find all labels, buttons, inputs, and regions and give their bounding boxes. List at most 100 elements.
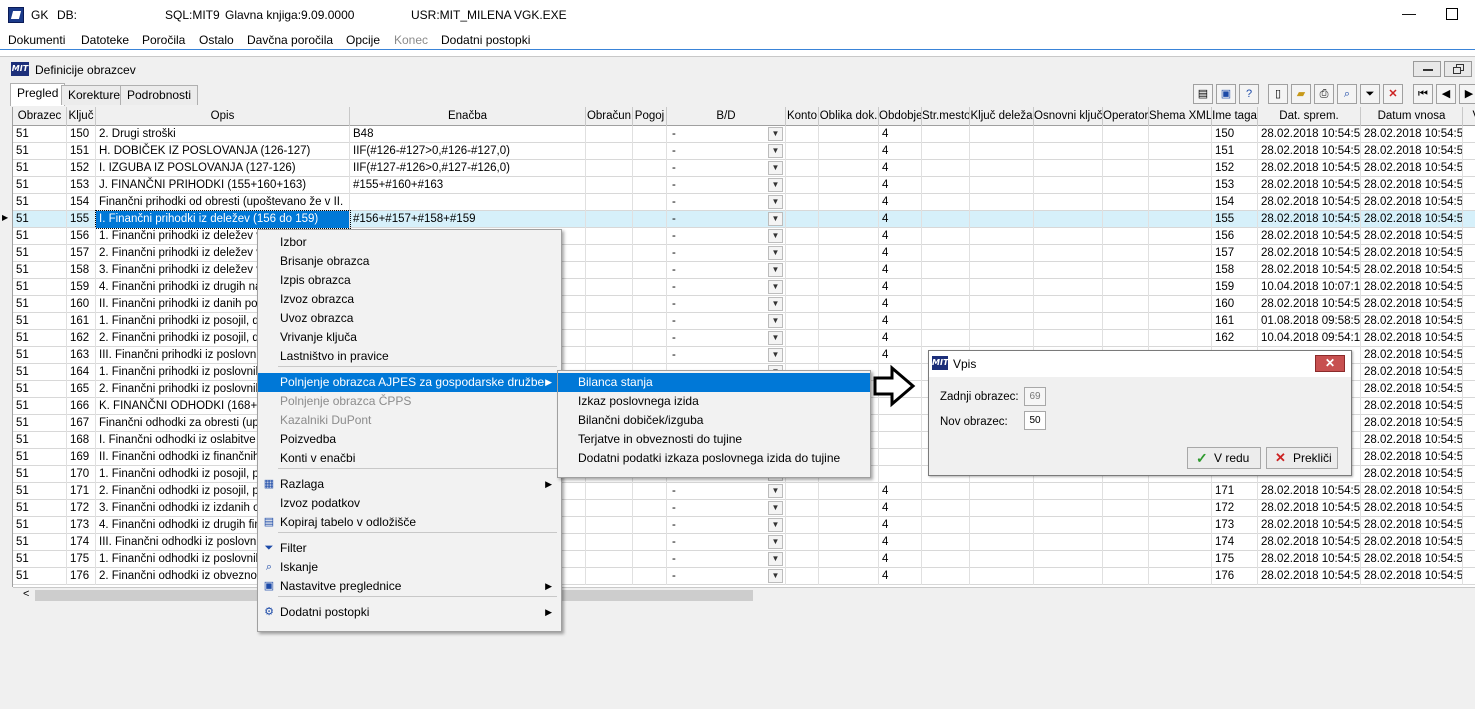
context-menu-item[interactable]: ⌕ Iskanje — [258, 558, 561, 577]
submenu-item[interactable]: Bilanca stanja — [558, 373, 870, 392]
search-icon[interactable]: ⌕ — [1337, 84, 1357, 104]
column-header[interactable]: Obrazec — [13, 107, 67, 126]
column-header[interactable]: Dat. sprem. — [1258, 107, 1361, 126]
cell-bd[interactable]: -▼ — [667, 483, 786, 500]
column-header[interactable]: Shema XML — [1149, 107, 1212, 126]
column-header[interactable]: Osnovni ključ — [1034, 107, 1103, 126]
cell-bd[interactable]: -▼ — [667, 296, 786, 313]
table-row[interactable]: 51 161 1. Finančni prihodki iz posojil, da… — [13, 313, 1475, 330]
chevron-down-icon[interactable]: ▼ — [768, 144, 783, 158]
open-folder-icon[interactable]: ▰ — [1291, 84, 1311, 104]
menu-opcije[interactable]: Opcije — [346, 33, 380, 47]
chevron-down-icon[interactable]: ▼ — [768, 127, 783, 141]
submenu-item[interactable]: Izkaz poslovnega izida — [558, 392, 870, 411]
column-header[interactable]: Datum vnosa — [1361, 107, 1463, 126]
menu-datoteke[interactable]: Datoteke — [81, 33, 129, 47]
table-row[interactable]: 51 174 III. Finančni odhodki iz poslovnih 4… — [13, 534, 1475, 551]
cell-bd[interactable]: -▼ — [667, 177, 786, 194]
column-header[interactable]: Ime taga — [1212, 107, 1258, 126]
tab-pregled[interactable]: Pregled — [10, 83, 66, 106]
help-icon[interactable]: ? — [1239, 84, 1259, 104]
delete-icon[interactable]: ✕ — [1383, 84, 1403, 104]
first-record-icon[interactable]: ⏮ — [1413, 84, 1433, 104]
chevron-down-icon[interactable]: ▼ — [768, 280, 783, 294]
chevron-down-icon[interactable]: ▼ — [768, 246, 783, 260]
context-menu-item[interactable]: Konti v enačbi — [258, 449, 561, 468]
cell-bd[interactable]: -▼ — [667, 568, 786, 585]
context-menu-item[interactable]: Polnjenje obrazca AJPES za gospodarske d… — [258, 373, 561, 392]
context-menu-item[interactable]: Izbor — [258, 233, 561, 252]
child-minimize-button[interactable] — [1413, 61, 1441, 77]
table-row[interactable]: 51 158 3. Finančni prihodki iz deležev v d… — [13, 262, 1475, 279]
cell-bd[interactable]: -▼ — [667, 313, 786, 330]
filter-icon[interactable]: ⏷ — [1360, 84, 1380, 104]
context-menu-item[interactable]: ⚙ Dodatni postopki ▶ — [258, 603, 561, 622]
chevron-down-icon[interactable]: ▼ — [768, 569, 783, 583]
column-header[interactable]: Ključ deleža — [970, 107, 1034, 126]
column-header[interactable]: Konto — [786, 107, 819, 126]
context-menu-item[interactable]: Izpis obrazca — [258, 271, 561, 290]
context-menu-item[interactable]: ▦ Razlaga ▶ — [258, 475, 561, 494]
column-header[interactable]: Vi — [1463, 107, 1475, 126]
tab-korekture[interactable]: Korekture — [61, 85, 128, 105]
cell-bd[interactable]: -▼ — [667, 160, 786, 177]
cell-bd[interactable]: -▼ — [667, 347, 786, 364]
column-header[interactable]: Ključ — [67, 107, 96, 126]
table-row[interactable]: 51 172 3. Finančni odhodki iz izdanih obv 4… — [13, 500, 1475, 517]
context-menu-item[interactable]: ⏷ Filter — [258, 539, 561, 558]
context-menu-item[interactable]: Vrivanje ključa — [258, 328, 561, 347]
chevron-down-icon[interactable]: ▼ — [768, 552, 783, 566]
new-form-field[interactable]: 50 — [1024, 411, 1046, 430]
print-icon[interactable]: ⎙ — [1314, 84, 1334, 104]
menu-porocila[interactable]: Poročila — [142, 33, 185, 47]
cell-bd[interactable]: -▼ — [667, 126, 786, 143]
column-header[interactable]: Pogoj — [633, 107, 667, 126]
cell-bd[interactable]: -▼ — [667, 143, 786, 160]
scroll-left-arrow[interactable]: < — [23, 588, 29, 600]
chevron-down-icon[interactable]: ▼ — [768, 195, 783, 209]
cell-bd[interactable]: -▼ — [667, 262, 786, 279]
column-header[interactable]: Obračun — [586, 107, 633, 126]
context-menu-item[interactable]: Izvoz obrazca — [258, 290, 561, 309]
table-row[interactable]: 51 157 2. Finančni prihodki iz deležev v p… — [13, 245, 1475, 262]
ok-button[interactable]: ✓ V redu — [1187, 447, 1261, 469]
column-header[interactable]: Obdobje — [879, 107, 922, 126]
new-document-icon[interactable]: ▯ — [1268, 84, 1288, 104]
cell-bd[interactable]: -▼ — [667, 194, 786, 211]
menu-ostalo[interactable]: Ostalo — [199, 33, 234, 47]
context-menu-item[interactable]: Poizvedba — [258, 430, 561, 449]
cell-bd[interactable]: -▼ — [667, 330, 786, 347]
cell-bd[interactable]: -▼ — [667, 534, 786, 551]
chevron-down-icon[interactable]: ▼ — [768, 331, 783, 345]
chevron-down-icon[interactable]: ▼ — [768, 178, 783, 192]
table-row[interactable]: 51 151 H. DOBIČEK IZ POSLOVANJA (126-127) I… — [13, 143, 1475, 160]
chevron-down-icon[interactable]: ▼ — [768, 501, 783, 515]
cell-bd[interactable]: -▼ — [667, 211, 786, 228]
table-row[interactable]: 51 171 2. Finančni odhodki iz posojil, pre… — [13, 483, 1475, 500]
table-row[interactable]: 51 160 II. Finančni prihodki iz danih poso… — [13, 296, 1475, 313]
menu-dokumenti[interactable]: Dokumenti — [8, 33, 65, 47]
cell-bd[interactable]: -▼ — [667, 228, 786, 245]
table-row[interactable]: 51 155 I. Finančni prihodki iz deležev (15… — [13, 210, 1475, 229]
tab-podrobnosti[interactable]: Podrobnosti — [120, 85, 199, 105]
chevron-down-icon[interactable]: ▼ — [768, 229, 783, 243]
cell-bd[interactable]: -▼ — [667, 551, 786, 568]
column-header[interactable]: Enačba — [350, 107, 586, 126]
submenu-item[interactable]: Dodatni podatki izkaza poslovnega izida … — [558, 449, 870, 468]
dialog-close-button[interactable]: ✕ — [1315, 355, 1345, 372]
previous-record-icon[interactable]: ◀ — [1436, 84, 1456, 104]
child-restore-button[interactable] — [1444, 61, 1472, 77]
column-header[interactable]: Opis — [96, 107, 350, 126]
horizontal-scrollbar[interactable]: < — [13, 587, 1475, 603]
menu-davcna-porocila[interactable]: Davčna poročila — [247, 33, 333, 47]
column-header[interactable]: Str.mesto — [922, 107, 970, 126]
table-row[interactable]: 51 152 I. IZGUBA IZ POSLOVANJA (127-126) II… — [13, 160, 1475, 177]
table-row[interactable]: 51 153 J. FINANČNI PRIHODKI (155+160+163) #… — [13, 177, 1475, 194]
table-row[interactable]: 51 159 4. Finančni prihodki iz drugih nalo… — [13, 279, 1475, 296]
chevron-down-icon[interactable]: ▼ — [768, 263, 783, 277]
submenu-item[interactable]: Bilančni dobiček/izguba — [558, 411, 870, 430]
report-icon[interactable]: ▤ — [1193, 84, 1213, 104]
table-row[interactable]: 51 154 Finančni prihodki od obresti (upoš… — [13, 194, 1475, 211]
chevron-down-icon[interactable]: ▼ — [768, 161, 783, 175]
table-row[interactable]: 51 150 2. Drugi stroški B48 4 150 28.02.2018 1… — [13, 126, 1475, 143]
